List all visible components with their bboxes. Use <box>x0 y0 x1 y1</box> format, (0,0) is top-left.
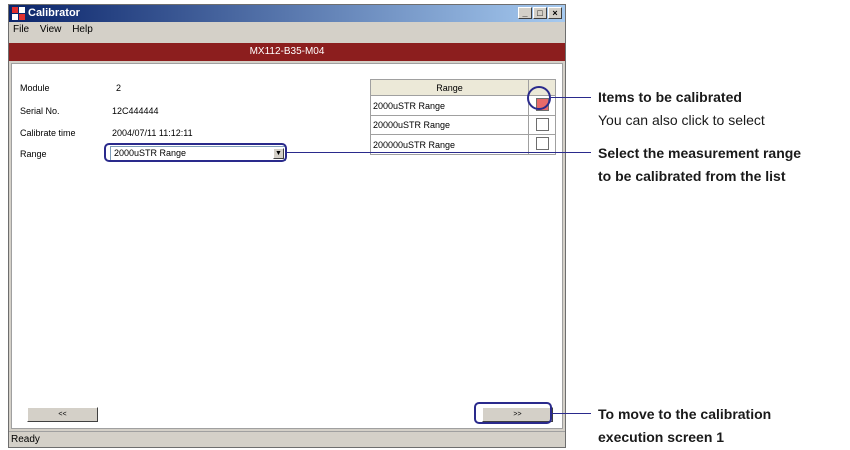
menu-bar: File View Help <box>9 23 565 39</box>
range-row-label: 20000uSTR Range <box>370 114 529 136</box>
annotation-next-line1: To move to the calibration <box>598 406 772 422</box>
close-button[interactable]: × <box>548 7 562 19</box>
table-row[interactable]: 20000uSTR Range <box>370 114 556 136</box>
module-header: MX112-B35-M04 <box>9 43 565 61</box>
calibrator-window: Calibrator _ □ × File View Help MX112-B35-… <box>8 4 566 448</box>
callout-line-next <box>552 413 591 414</box>
status-text: Ready <box>11 434 40 445</box>
status-bar: Ready <box>9 431 565 448</box>
main-panel: Module 2 Serial No. 12C444444 Calibrate … <box>11 63 563 429</box>
calibrate-time-value: 2004/07/11 11:12:11 <box>112 128 193 138</box>
app-icon <box>12 7 25 20</box>
maximize-button[interactable]: □ <box>533 7 547 19</box>
callout-line-range <box>287 152 591 153</box>
calibrate-time-label: Calibrate time <box>20 128 76 138</box>
range-checkbox-20000[interactable] <box>535 117 549 131</box>
annotation-range-line1: Select the measurement range <box>598 145 802 161</box>
annotation-items-sub: You can also click to select <box>598 112 765 128</box>
menu-help[interactable]: Help <box>68 23 97 35</box>
serial-label: Serial No. <box>20 106 60 116</box>
annotation-items-title: Items to be calibrated <box>598 89 742 105</box>
range-row-label: 2000uSTR Range <box>370 95 529 116</box>
window-title: Calibrator <box>28 7 80 19</box>
next-button-highlight <box>474 402 552 424</box>
callout-line-items <box>551 97 591 98</box>
checkbox-highlight-circle <box>527 86 551 110</box>
minimize-button[interactable]: _ <box>518 7 532 19</box>
range-label: Range <box>20 149 47 159</box>
menu-view[interactable]: View <box>36 23 66 35</box>
menu-file[interactable]: File <box>9 23 33 35</box>
range-table-header: Range <box>370 78 529 97</box>
title-bar[interactable]: Calibrator _ □ × <box>9 5 565 22</box>
range-checkbox-200000[interactable] <box>535 137 549 151</box>
serial-value: 12C444444 <box>112 106 159 116</box>
module-value: 2 <box>116 83 122 93</box>
module-label: Module <box>20 83 50 93</box>
annotation-next-line2: execution screen 1 <box>598 429 725 445</box>
previous-button[interactable]: << <box>27 407 98 422</box>
annotation-range-line2: to be calibrated from the list <box>598 168 786 184</box>
range-select-highlight <box>104 143 287 162</box>
